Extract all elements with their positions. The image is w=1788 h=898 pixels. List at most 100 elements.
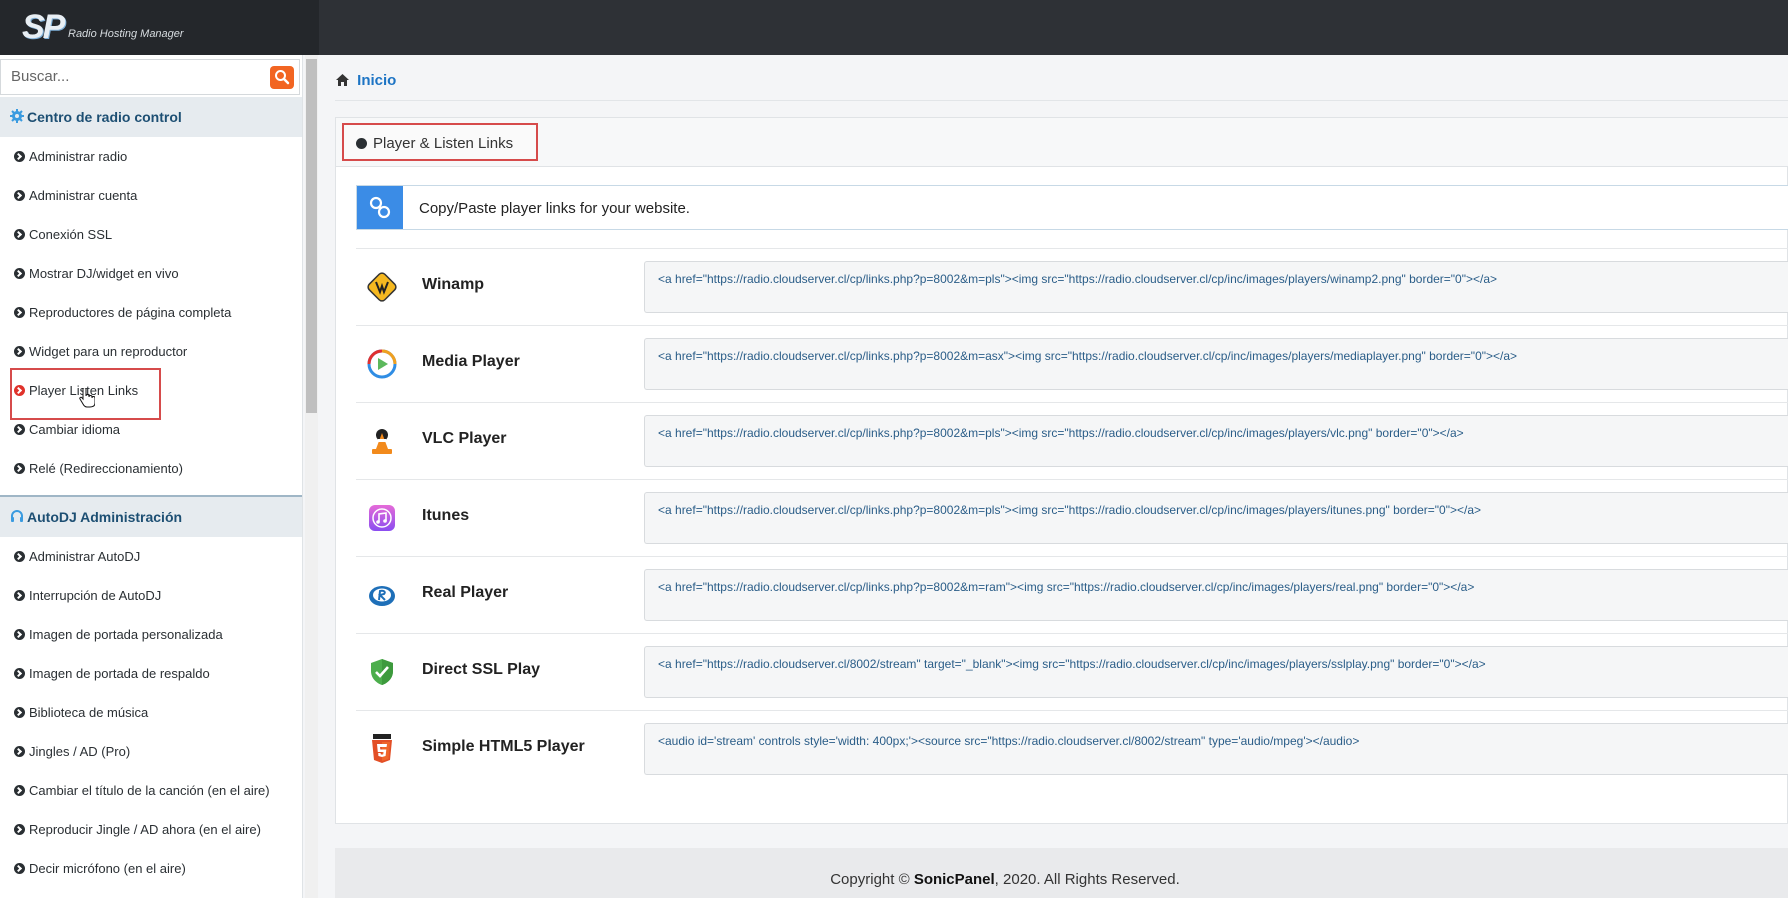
player-row-media-player: Media Player <a href="https://radio.clou… [356,325,1788,403]
footer: Copyright © SonicPanel, 2020. All Rights… [335,848,1788,898]
sidebar-item-portada-respaldo[interactable]: Imagen de portada de respaldo [0,655,302,694]
player-code-field[interactable]: <a href="https://radio.cloudserver.cl/cp… [644,338,1788,390]
sidebar-item-mostrar-dj[interactable]: Mostrar DJ/widget en vivo [0,255,302,294]
sidebar-item-portada-personalizada[interactable]: Imagen de portada personalizada [0,616,302,655]
sidebar-item-decir-microfono[interactable]: Decir micrófono (en el aire) [0,850,302,889]
chevron-circle-icon [14,824,25,835]
info-text: Copy/Paste player links for your website… [419,200,690,217]
chevron-circle-icon [14,151,25,162]
sidebar-item-label: Decir micrófono (en el aire) [29,861,186,876]
sidebar-item-label: Imagen de portada personalizada [29,627,223,642]
sidebar-scrollbar[interactable] [305,55,318,898]
sidebar-item-cambiar-idioma[interactable]: Cambiar idioma [0,411,302,450]
sidebar-item-label: Imagen de portada de respaldo [29,666,210,681]
scrollbar-thumb[interactable] [306,59,317,413]
breadcrumb-divider [335,100,1788,101]
chevron-circle-icon [14,190,25,201]
player-row-itunes: Itunes <a href="https://radio.cloudserve… [356,479,1788,557]
player-row-html5: Simple HTML5 Player <audio id='stream' c… [356,710,1788,788]
media-player-icon [367,349,397,379]
player-name: Itunes [422,507,470,524]
headphones-icon [11,510,23,522]
home-icon [336,74,349,86]
sidebar-item-label: Interrupción de AutoDJ [29,588,162,603]
chevron-circle-icon [14,551,25,562]
player-code-field[interactable]: <a href="https://radio.cloudserver.cl/cp… [644,569,1788,621]
logo-mark: SP [22,8,65,46]
player-row-direct-ssl: Direct SSL Play <a href="https://radio.c… [356,633,1788,711]
chevron-circle-icon [14,424,25,435]
search-box [0,59,300,95]
sidebar-item-label: Administrar radio [29,149,128,164]
winamp-icon [367,272,397,302]
copyright-suffix: , 2020. All Rights Reserved. [994,871,1180,888]
sidebar-item-conexion-ssl[interactable]: Conexión SSL [0,216,302,255]
player-code-field[interactable]: <a href="https://radio.cloudserver.cl/cp… [644,261,1788,313]
sidebar-item-label: Administrar AutoDJ [29,549,141,564]
player-code-field[interactable]: <audio id='stream' controls style='width… [644,723,1788,775]
player-row-winamp: Winamp <a href="https://radio.cloudserve… [356,248,1788,326]
sidebar-item-jingles[interactable]: Jingles / AD (Pro) [0,733,302,772]
player-code-field[interactable]: <a href="https://radio.cloudserver.cl/cp… [644,492,1788,544]
chevron-circle-icon [14,307,25,318]
info-callout: Copy/Paste player links for your website… [356,185,1788,230]
sidebar-item-label: Widget para un reproductor [29,344,188,359]
sidebar-item-reproducir-jingle[interactable]: Reproducir Jingle / AD ahora (en el aire… [0,811,302,850]
section-header-autodj[interactable]: AutoDJ Administración [0,497,302,537]
section-header-radio-control[interactable]: Centro de radio control [0,97,302,137]
player-name: Direct SSL Play [422,661,540,678]
copyright-text: Copyright © SonicPanel, 2020. All Rights… [335,871,1675,888]
player-code-field[interactable]: <a href="https://radio.cloudserver.cl/cp… [644,415,1788,467]
sidebar-item-cambiar-titulo[interactable]: Cambiar el título de la canción (en el a… [0,772,302,811]
hand-cursor-icon [79,388,95,408]
sidebar-item-label: Reproducir Jingle / AD ahora (en el aire… [29,822,261,837]
search-input[interactable] [11,68,261,85]
sidebar-item-widget[interactable]: Widget para un reproductor [0,333,302,372]
chevron-circle-icon [14,863,25,874]
sidebar-item-administrar-cuenta[interactable]: Administrar cuenta [0,177,302,216]
sidebar: Centro de radio control Administrar radi… [0,55,303,898]
player-code-field[interactable]: <a href="https://radio.cloudserver.cl/80… [644,646,1788,698]
player-name: Winamp [422,276,485,293]
player-links-panel: Player & Listen Links Copy/Paste player … [335,117,1788,824]
chevron-circle-icon [14,590,25,601]
sidebar-item-biblioteca[interactable]: Biblioteca de música [0,694,302,733]
sidebar-item-label: Biblioteca de música [29,705,149,720]
chevron-circle-icon [14,346,25,357]
breadcrumb-home-link[interactable]: Inicio [357,72,396,89]
chevron-circle-icon [14,229,25,240]
logo[interactable]: SP Radio Hosting Manager [0,0,319,55]
sidebar-item-label: Reproductores de página completa [29,305,232,320]
sidebar-item-administrar-autodj[interactable]: Administrar AutoDJ [0,538,302,577]
sidebar-item-interrupcion-autodj[interactable]: Interrupción de AutoDJ [0,577,302,616]
copyright-prefix: Copyright © [830,871,914,888]
sidebar-item-label: Administrar cuenta [29,188,138,203]
sidebar-item-label: Conexión SSL [29,227,113,242]
panel-title-box: Player & Listen Links [342,123,538,161]
chevron-circle-icon [14,746,25,757]
search-icon [275,70,290,85]
chevron-circle-icon [356,138,367,149]
copyright-brand: SonicPanel [913,871,995,888]
sidebar-item-reproductores[interactable]: Reproductores de página completa [0,294,302,333]
html5-icon [372,734,392,763]
chevron-circle-icon [14,707,25,718]
ssl-shield-icon [371,659,393,685]
sidebar-item-rele[interactable]: Relé (Redireccionamiento) [0,450,302,489]
panel-title: Player & Listen Links [373,135,514,152]
chevron-circle-icon [14,629,25,640]
section-title: Centro de radio control [27,109,182,125]
chevron-circle-icon [14,268,25,279]
sidebar-item-administrar-radio[interactable]: Administrar radio [0,138,302,177]
sidebar-item-label: Cambiar idioma [29,422,121,437]
search-button[interactable] [270,66,294,89]
player-name: Media Player [422,353,520,370]
info-icon-bg [357,186,403,229]
top-bar: SP Radio Hosting Manager [0,0,1788,55]
player-name: VLC Player [422,430,507,447]
real-player-icon [369,586,395,606]
logo-subtitle: Radio Hosting Manager [68,28,184,40]
itunes-icon [369,505,395,531]
panel-header: Player & Listen Links [336,118,1788,167]
chevron-circle-icon [14,785,25,796]
